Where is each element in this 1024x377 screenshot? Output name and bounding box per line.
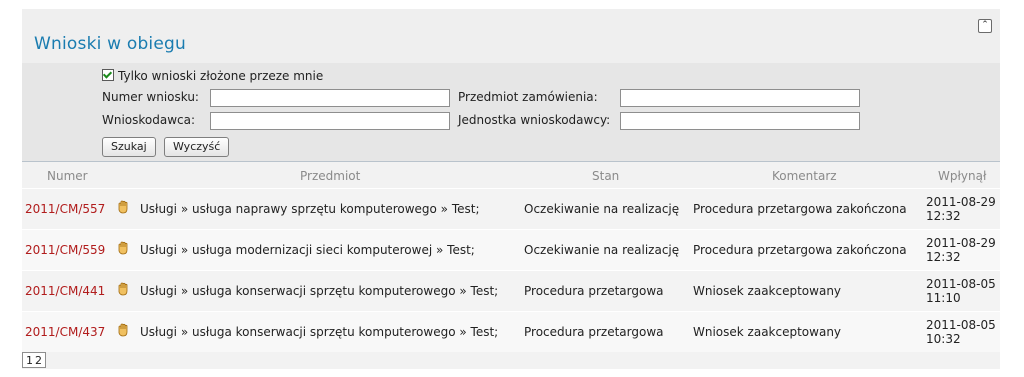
row-comment: Wniosek zaakceptowany xyxy=(693,325,842,339)
row-time: 11:10 xyxy=(926,291,961,305)
subject-label: Przedmiot zamówienia: xyxy=(458,90,598,104)
only-mine-label: Tylko wnioski złożone przeze mnie xyxy=(118,69,324,83)
search-button[interactable]: Szukaj xyxy=(102,137,156,157)
row-time: 12:32 xyxy=(926,209,961,223)
header-subject[interactable]: Przedmiot xyxy=(300,169,360,183)
row-status: Oczekiwanie na realizację xyxy=(524,202,680,216)
header-date[interactable]: Wpłynął xyxy=(938,169,986,183)
hand-icon xyxy=(116,323,130,340)
number-input[interactable] xyxy=(210,89,450,107)
hand-icon xyxy=(116,282,130,299)
row-comment: Procedura przetargowa zakończona xyxy=(693,202,907,216)
request-number-link[interactable]: 2011/CM/559 xyxy=(25,243,105,257)
request-number-link[interactable]: 2011/CM/441 xyxy=(25,284,105,298)
table-row[interactable]: 2011/CM/557 Usługi » usługa naprawy sprz… xyxy=(22,188,1000,229)
row-time: 10:32 xyxy=(926,332,961,346)
only-mine-checkbox[interactable] xyxy=(102,69,114,81)
row-date: 2011-08-05 xyxy=(926,277,996,291)
requests-table: Numer Przedmiot Stan Komentarz Wpłynął 2… xyxy=(22,164,1000,352)
page-1-link[interactable]: 1 xyxy=(25,354,34,367)
collapse-up-icon[interactable]: ⌃ xyxy=(978,19,992,33)
row-time: 12:32 xyxy=(926,250,961,264)
row-subject: Usługi » usługa konserwacji sprzętu komp… xyxy=(140,325,499,339)
row-date: 2011-08-29 xyxy=(926,236,996,250)
clear-button[interactable]: Wyczyść xyxy=(164,137,230,157)
row-status: Procedura przetargowa xyxy=(524,325,664,339)
applicant-label: Wnioskodawca: xyxy=(102,113,196,127)
header-comment[interactable]: Komentarz xyxy=(772,169,837,183)
pagination: 12 xyxy=(22,352,46,368)
row-subject: Usługi » usługa modernizacji sieci kompu… xyxy=(140,243,475,257)
unit-label: Jednostka wnioskodawcy: xyxy=(458,113,611,127)
row-subject: Usługi » usługa konserwacji sprzętu komp… xyxy=(140,284,499,298)
request-number-link[interactable]: 2011/CM/437 xyxy=(25,325,105,339)
requests-panel: Wnioski w obiegu ⌃ Tylko wnioski złożone… xyxy=(22,9,1000,369)
unit-input[interactable] xyxy=(620,112,860,130)
row-date: 2011-08-29 xyxy=(926,195,996,209)
only-mine-option[interactable]: Tylko wnioski złożone przeze mnie xyxy=(102,69,323,83)
row-subject: Usługi » usługa naprawy sprzętu komputer… xyxy=(140,202,480,216)
panel-header: Wnioski w obiegu ⌃ xyxy=(22,9,1000,63)
row-comment: Wniosek zaakceptowany xyxy=(693,284,842,298)
row-date: 2011-08-05 xyxy=(926,318,996,332)
header-number[interactable]: Numer xyxy=(47,169,88,183)
page-2-link[interactable]: 2 xyxy=(34,354,43,367)
table-row[interactable]: 2011/CM/559 Usługi » usługa modernizacji… xyxy=(22,229,1000,270)
row-comment: Procedura przetargowa zakończona xyxy=(693,243,907,257)
hand-icon xyxy=(116,241,130,258)
table-row[interactable]: 2011/CM/437 Usługi » usługa konserwacji … xyxy=(22,311,1000,352)
applicant-input[interactable] xyxy=(210,112,450,130)
row-status: Oczekiwanie na realizację xyxy=(524,243,680,257)
page-title: Wnioski w obiegu xyxy=(34,34,186,54)
request-number-link[interactable]: 2011/CM/557 xyxy=(25,202,105,216)
row-status: Procedura przetargowa xyxy=(524,284,664,298)
header-status[interactable]: Stan xyxy=(592,169,619,183)
table-row[interactable]: 2011/CM/441 Usługi » usługa konserwacji … xyxy=(22,270,1000,311)
table-header: Numer Przedmiot Stan Komentarz Wpłynął xyxy=(22,164,1000,188)
number-label: Numer wniosku: xyxy=(102,90,199,104)
hand-icon xyxy=(116,200,130,217)
subject-input[interactable] xyxy=(620,89,860,107)
